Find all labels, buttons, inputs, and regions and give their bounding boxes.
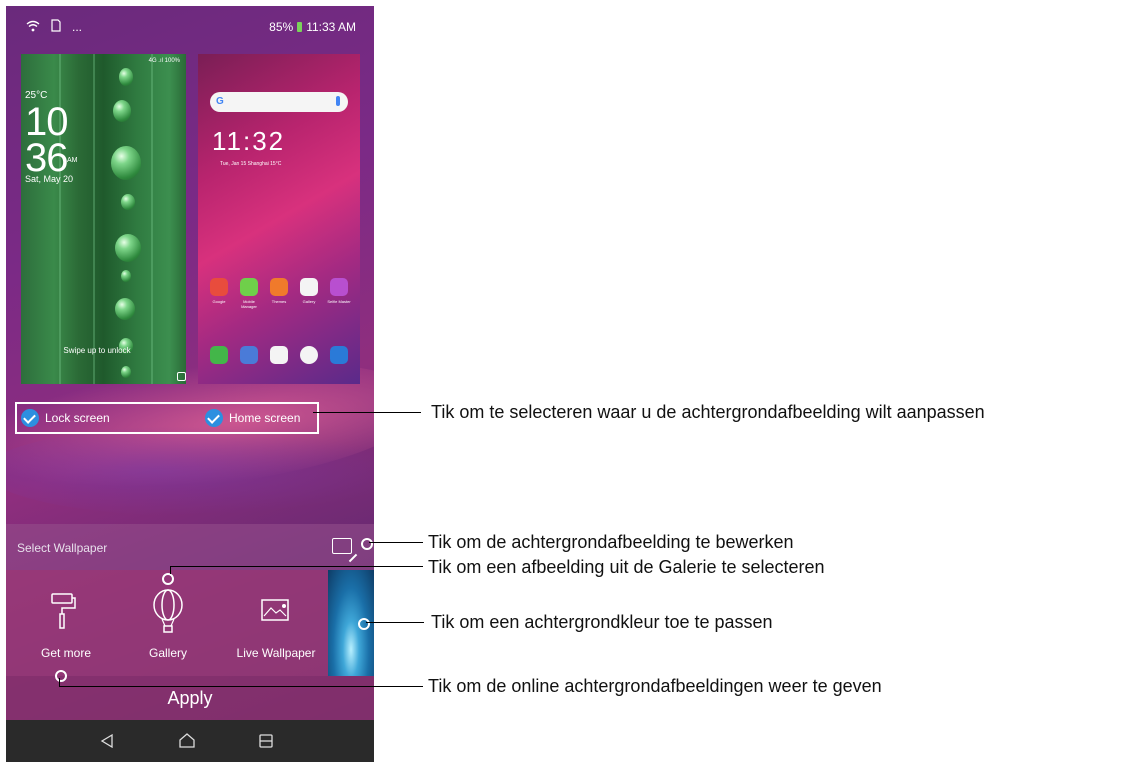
app-icon-google xyxy=(210,278,228,296)
back-icon[interactable] xyxy=(100,734,114,748)
wifi-icon xyxy=(26,20,40,35)
paint-roller-icon xyxy=(51,593,76,629)
status-bar: ... 85% 11:33 AM xyxy=(6,6,374,48)
callout-color: Tik om een achtergrondkleur toe te passe… xyxy=(431,612,773,632)
swipe-hint: Swipe up to unlock xyxy=(63,346,131,355)
home-date-weather: Tue, Jan 15 Shanghai 15°C xyxy=(220,161,282,167)
phone-screen: ... 85% 11:33 AM 4G .ıl 100% 25°C 10 36 … xyxy=(6,6,374,762)
lock-minute: 36 xyxy=(25,136,68,180)
lock-ampm: AM xyxy=(67,157,78,164)
leaf-vein xyxy=(151,54,153,384)
home-screen-preview[interactable]: G 11:32 Tue, Jan 15 Shanghai 15°C Google… xyxy=(198,54,360,384)
wallpaper-options: Get more Gallery Live Wallpaper xyxy=(6,570,374,676)
callout-dot xyxy=(358,618,370,630)
camera-icon xyxy=(177,372,186,381)
callout-line xyxy=(313,412,421,413)
google-icon: G xyxy=(216,96,224,107)
app-label: Themes xyxy=(271,299,287,304)
edit-wallpaper-icon[interactable] xyxy=(332,538,352,554)
callout-line xyxy=(59,678,60,686)
callout-line xyxy=(369,542,423,543)
callout-gallery: Tik om een afbeelding uit de Galerie te … xyxy=(428,557,825,577)
app-icon-themes xyxy=(270,278,288,296)
signal-status: 4G .ıl 100% xyxy=(148,58,180,64)
callout-dot xyxy=(162,573,174,585)
callout-dot xyxy=(55,670,67,682)
chrome-icon xyxy=(300,346,318,364)
callout-line xyxy=(170,566,171,574)
water-drop xyxy=(121,270,131,282)
phone-app-icon xyxy=(210,346,228,364)
lock-screen-checkbox[interactable] xyxy=(21,409,39,427)
wallpaper-swirl xyxy=(6,426,374,516)
sd-card-icon xyxy=(50,19,62,35)
gallery-label: Gallery xyxy=(148,646,187,660)
water-drop xyxy=(115,298,135,320)
live-wallpaper-icon xyxy=(261,599,289,621)
google-search-bar: G xyxy=(210,92,348,112)
water-drop xyxy=(121,194,135,210)
water-drop xyxy=(121,366,131,378)
battery-icon xyxy=(297,22,303,32)
hot-air-balloon-icon xyxy=(153,589,183,633)
home-icon[interactable] xyxy=(178,732,196,748)
get-more-label: Get more xyxy=(40,646,91,660)
app-label: Gallery xyxy=(302,299,316,304)
callout-line xyxy=(170,566,423,567)
app-icon-gallery xyxy=(300,278,318,296)
lock-screen-label: Lock screen xyxy=(45,411,110,425)
app-label: Selfie Master xyxy=(327,299,351,304)
app-label: Mobile Manager xyxy=(241,299,257,309)
water-drop xyxy=(115,234,141,262)
navigation-bar xyxy=(6,720,374,762)
get-more-button[interactable]: Get more xyxy=(20,570,112,676)
select-wallpaper-label: Select Wallpaper xyxy=(17,541,108,555)
more-icon: ... xyxy=(72,20,83,34)
water-drop xyxy=(119,68,133,86)
home-screen-label: Home screen xyxy=(229,411,301,425)
play-store-icon xyxy=(270,346,288,364)
live-wallpaper-button[interactable]: Live Wallpaper xyxy=(228,570,324,676)
recent-apps-icon[interactable] xyxy=(258,733,274,749)
app-icon-selfie-master xyxy=(330,278,348,296)
apply-label: Apply xyxy=(167,688,213,708)
home-clock: 11:32 xyxy=(212,126,286,156)
live-wallpaper-label: Live Wallpaper xyxy=(236,646,316,660)
apply-button[interactable]: Apply xyxy=(6,676,374,720)
app-icon-mobile-manager xyxy=(240,278,258,296)
battery-percent: 85% xyxy=(269,20,294,34)
leaf-vein xyxy=(93,54,95,384)
water-drop xyxy=(111,146,141,180)
camera-app-icon xyxy=(330,346,348,364)
callout-line xyxy=(59,686,423,687)
gallery-button[interactable]: Gallery xyxy=(128,570,208,676)
lock-date: Sat, May 20 xyxy=(25,174,74,184)
home-screen-checkbox[interactable] xyxy=(205,409,223,427)
app-label: Google xyxy=(212,299,226,304)
messages-app-icon xyxy=(240,346,258,364)
wallpaper-target-selector: Lock screen Home screen xyxy=(15,402,319,434)
callout-select-target: Tik om te selecteren waar u de achtergro… xyxy=(431,402,985,422)
callout-online: Tik om de online achtergrondafbeeldingen… xyxy=(428,676,882,696)
callout-dot xyxy=(361,538,373,550)
water-drop xyxy=(113,100,131,122)
select-wallpaper-bar: Select Wallpaper xyxy=(6,524,374,570)
clock-time: 11:33 AM xyxy=(306,20,356,34)
callout-line xyxy=(366,622,424,623)
callout-edit: Tik om de achtergrondafbeelding te bewer… xyxy=(428,532,794,552)
mic-icon xyxy=(336,96,340,106)
lock-screen-preview[interactable]: 4G .ıl 100% 25°C 10 36 AM Sat, May 20 Sw… xyxy=(21,54,186,384)
